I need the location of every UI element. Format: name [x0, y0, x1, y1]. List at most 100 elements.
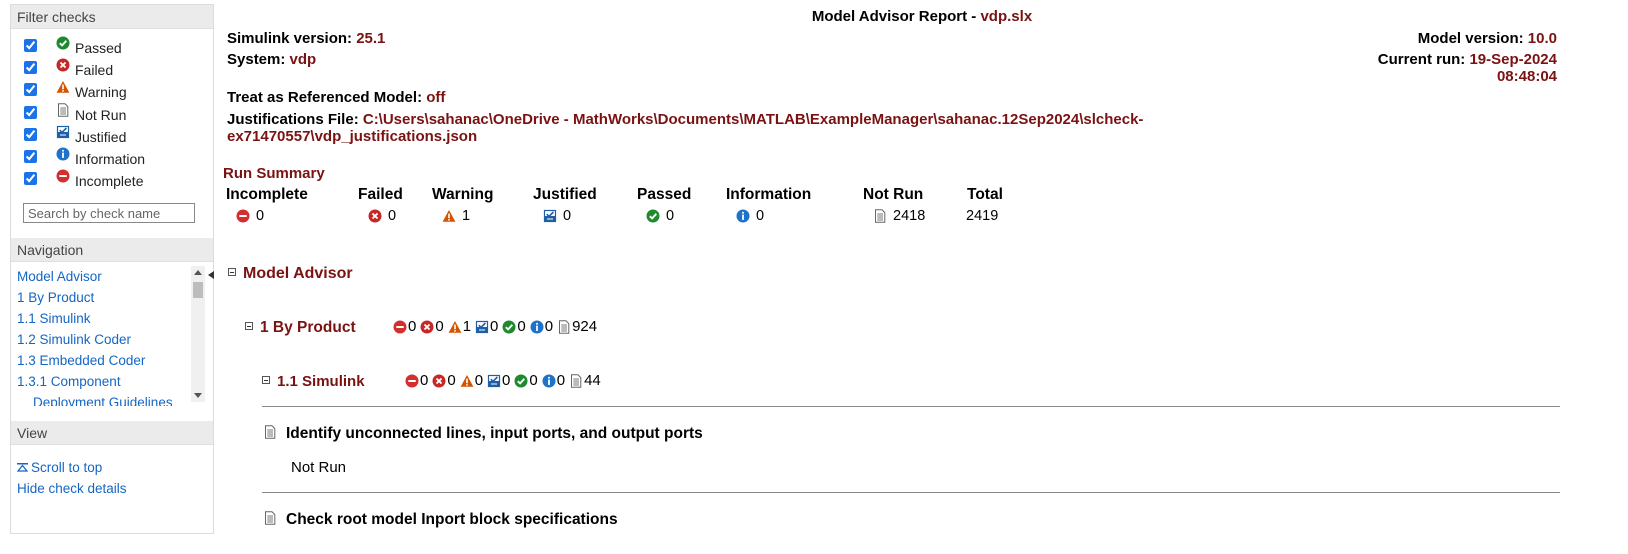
- run-summary-title: Run Summary: [223, 165, 325, 182]
- filter-warning[interactable]: Warning: [11, 79, 213, 101]
- summary-value-not-run: 2418: [873, 208, 925, 224]
- nav-item-component[interactable]: 1.3.1 Component: [11, 371, 213, 392]
- by-product-section-title[interactable]: 1 By Product: [260, 319, 356, 337]
- filter-justified-label: Justified: [75, 128, 127, 145]
- collapse-model-advisor-toggle[interactable]: [228, 268, 236, 276]
- collapse-by-product-toggle[interactable]: [245, 322, 253, 330]
- report-main: Model Advisor Report - vdp.slx Simulink …: [222, 0, 1622, 554]
- summary-total-count: 2419: [966, 208, 999, 224]
- filter-justified[interactable]: Justified: [11, 124, 213, 146]
- information-icon: [542, 374, 556, 388]
- by-product-passed-count: 0: [517, 318, 526, 335]
- filter-information-checkbox[interactable]: [24, 149, 37, 163]
- treat-label: Treat as Referenced Model:: [227, 89, 427, 106]
- summary-incomplete-count: 0: [256, 208, 265, 224]
- navigation-list: Model Advisor 1 By Product 1.1 Simulink …: [11, 262, 213, 406]
- summary-information-count: 0: [756, 208, 765, 224]
- summary-not-run-count: 2418: [893, 208, 926, 224]
- filter-incomplete[interactable]: Incomplete: [11, 168, 213, 190]
- nav-item-model-advisor[interactable]: Model Advisor: [11, 266, 213, 287]
- incomplete-icon: [236, 209, 250, 223]
- view-header: View: [11, 421, 213, 445]
- navigation-scrollbar[interactable]: [191, 266, 205, 402]
- filter-failed[interactable]: Failed: [11, 57, 213, 79]
- simulink-counts: 0 0 0 0 0 0 44: [405, 372, 605, 389]
- incomplete-icon: [393, 320, 407, 334]
- check-title-unconnected-lines[interactable]: Identify unconnected lines, input ports,…: [286, 425, 703, 443]
- collapse-sidebar-icon[interactable]: [208, 271, 214, 279]
- collapse-simulink-toggle[interactable]: [262, 376, 270, 384]
- filter-passed[interactable]: Passed: [11, 35, 213, 57]
- passed-icon: [646, 209, 660, 223]
- filter-not-run[interactable]: Not Run: [11, 102, 213, 124]
- filter-failed-checkbox[interactable]: [24, 61, 37, 75]
- hide-check-details-link[interactable]: Hide check details: [11, 478, 213, 499]
- filter-warning-label: Warning: [75, 84, 127, 101]
- check-title-root-inport[interactable]: Check root model Inport block specificat…: [286, 511, 618, 529]
- nav-item-simulink-coder[interactable]: 1.2 Simulink Coder: [11, 329, 213, 350]
- by-product-not-run-count: 924: [572, 318, 598, 335]
- failed-icon: [368, 209, 382, 223]
- justified-icon: [475, 320, 489, 334]
- summary-header-information: Information: [726, 186, 812, 203]
- filter-not-run-label: Not Run: [75, 106, 127, 123]
- summary-header-failed: Failed: [358, 186, 403, 203]
- check-divider: [262, 492, 1560, 493]
- filter-information[interactable]: Information: [11, 146, 213, 168]
- filter-list: Passed Failed Warning Not Run Justified …: [11, 29, 213, 190]
- scroll-thumb[interactable]: [193, 282, 203, 298]
- check-status: Not Run: [291, 459, 347, 476]
- summary-passed-count: 0: [666, 208, 675, 224]
- scroll-down-icon[interactable]: [194, 393, 202, 398]
- nav-item-embedded-coder[interactable]: 1.3 Embedded Coder: [11, 350, 213, 371]
- filter-justified-checkbox[interactable]: [24, 127, 37, 141]
- report-title-file: vdp.slx: [980, 8, 1033, 25]
- justified-icon: [56, 125, 70, 139]
- summary-value-justified: 0: [543, 208, 571, 224]
- simulink-information-count: 0: [556, 372, 566, 389]
- simulink-warning-count: 0: [474, 372, 484, 389]
- not-run-icon: [873, 209, 887, 223]
- search-input[interactable]: [23, 203, 195, 223]
- model-advisor-section-title[interactable]: Model Advisor: [243, 265, 353, 283]
- not-run-icon: [263, 511, 277, 525]
- summary-header-incomplete: Incomplete: [226, 186, 308, 203]
- simulink-justified-count: 0: [502, 372, 511, 389]
- summary-value-warning: 1: [442, 208, 470, 224]
- filter-not-run-checkbox[interactable]: [24, 105, 37, 119]
- simulink-not-run-count: 44: [584, 372, 601, 389]
- justifications-file: Justifications File: C:\Users\sahanac\On…: [227, 111, 1143, 128]
- simulink-version: Simulink version: 25.1: [227, 30, 385, 47]
- summary-value-incomplete: 0: [236, 208, 264, 224]
- justifications-path-line2: ex71470557\vdp_justifications.json: [227, 128, 478, 145]
- by-product-justified-count: 0: [490, 318, 499, 335]
- nav-item-by-product[interactable]: 1 By Product: [11, 287, 213, 308]
- filter-passed-checkbox[interactable]: [24, 39, 37, 52]
- by-product-failed-count: 0: [435, 318, 444, 335]
- current-run-date: 19-Sep-2024: [1469, 51, 1557, 68]
- treat-value: off: [426, 89, 446, 106]
- navigation-header: Navigation: [11, 238, 213, 262]
- by-product-counts: 0 0 1 0 0 0 924: [393, 318, 601, 335]
- simulink-section-title[interactable]: 1.1 Simulink: [277, 373, 365, 390]
- model-version-label: Model version:: [1417, 30, 1528, 47]
- failed-icon: [420, 320, 434, 334]
- scroll-up-icon[interactable]: [194, 270, 202, 275]
- summary-value-passed: 0: [646, 208, 674, 224]
- scroll-to-top-link[interactable]: Scroll to top: [11, 457, 213, 478]
- filter-incomplete-label: Incomplete: [75, 173, 144, 190]
- filter-failed-label: Failed: [75, 62, 114, 79]
- model-version: Model version: 10.0: [1418, 30, 1557, 47]
- passed-icon: [502, 320, 516, 334]
- warning-icon: [448, 320, 462, 334]
- nav-item-simulink[interactable]: 1.1 Simulink: [11, 308, 213, 329]
- justified-icon: [543, 209, 557, 223]
- view-panel: View Scroll to top Hide check details: [11, 421, 213, 499]
- report-title-prefix: Model Advisor Report -: [811, 8, 981, 25]
- filter-incomplete-checkbox[interactable]: [24, 172, 37, 186]
- filter-checks-header: Filter checks: [11, 5, 213, 29]
- incomplete-icon: [405, 374, 419, 388]
- filter-warning-checkbox[interactable]: [24, 83, 37, 97]
- warning-icon: [56, 80, 70, 94]
- nav-item-deployment-guidelines[interactable]: Deployment Guidelines: [11, 392, 213, 406]
